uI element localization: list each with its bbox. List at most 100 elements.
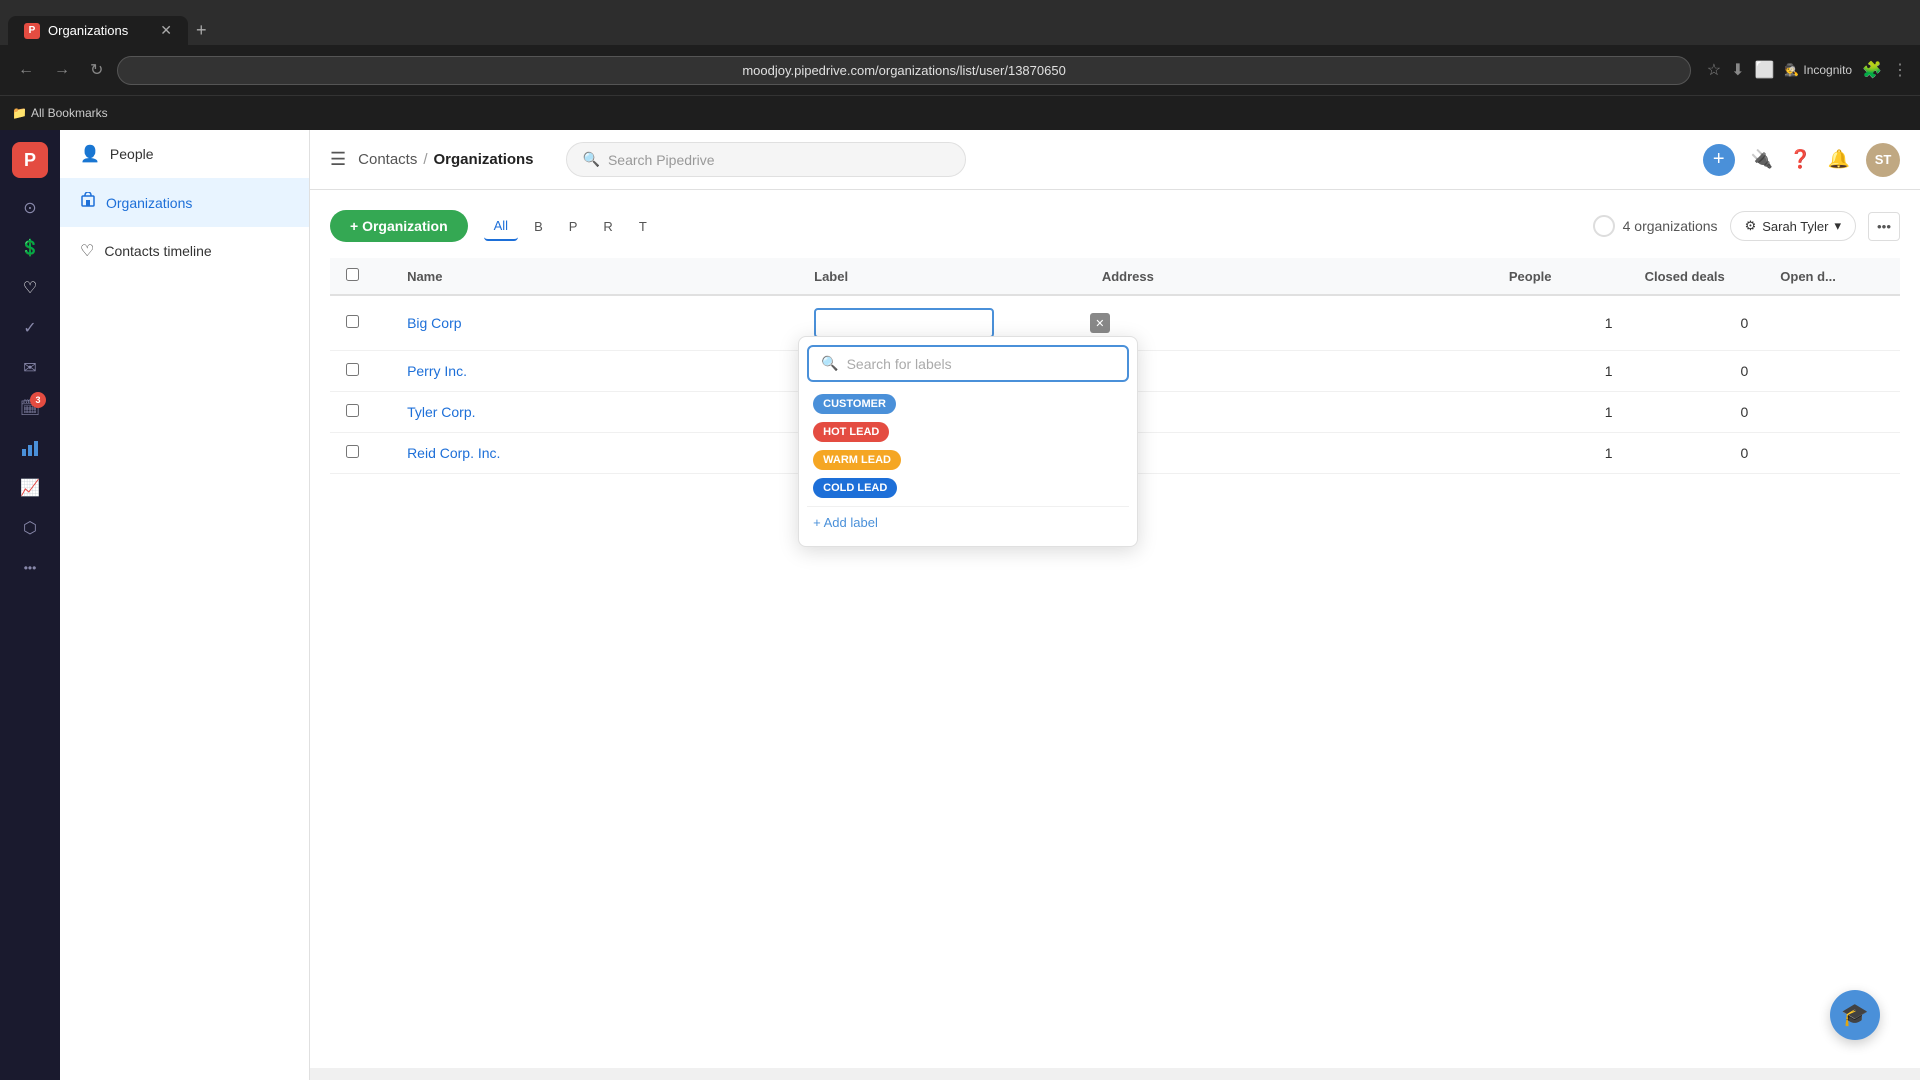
sidebar-icon-activities[interactable]: ✓: [12, 310, 48, 346]
breadcrumb-current: Organizations: [434, 151, 534, 168]
bookmark-star-icon[interactable]: ☆: [1707, 60, 1721, 80]
more-options-button[interactable]: •••: [1868, 212, 1900, 241]
select-all-checkbox[interactable]: [346, 268, 359, 281]
incognito-icon: 🕵: [1784, 63, 1799, 77]
add-label-button[interactable]: + Add label: [807, 506, 1129, 538]
new-tab-button[interactable]: +: [188, 16, 215, 45]
header-search[interactable]: 🔍 Search Pipedrive: [566, 142, 966, 177]
row-checkbox[interactable]: [346, 445, 359, 458]
people-cell: 1: [1493, 392, 1629, 433]
org-name-link[interactable]: Reid Corp. Inc.: [407, 445, 500, 461]
owner-filter-button[interactable]: ⚙ Sarah Tyler ▾: [1730, 211, 1856, 241]
sidebar-icon-mail[interactable]: ✉: [12, 350, 48, 386]
customer-label[interactable]: CUSTOMER: [813, 394, 896, 414]
notifications-button[interactable]: 🔔: [1828, 149, 1850, 170]
sidebar-icon-reports[interactable]: [12, 430, 48, 466]
sidebar-icon-more[interactable]: •••: [12, 550, 48, 586]
label-clear-button[interactable]: ✕: [1090, 313, 1110, 333]
table-header-row: Name Label Address People Closed deals O…: [330, 258, 1900, 295]
tab-close-button[interactable]: ✕: [160, 22, 172, 39]
filter-all[interactable]: All: [484, 212, 518, 241]
sidebar-icon-deals[interactable]: 💲: [12, 230, 48, 266]
menu-toggle-button[interactable]: ☰: [330, 149, 346, 170]
row-checkbox-cell[interactable]: [330, 351, 391, 392]
filter-b[interactable]: B: [524, 212, 553, 241]
row-checkbox-cell[interactable]: [330, 433, 391, 474]
row-checkbox-cell[interactable]: [330, 392, 391, 433]
calendar-badge: 3: [30, 392, 46, 408]
filter-r[interactable]: R: [593, 212, 622, 241]
bookmarks-button[interactable]: 📁 All Bookmarks: [12, 106, 108, 120]
incognito-badge: 🕵 Incognito: [1784, 63, 1852, 77]
chevron-down-icon: ▾: [1834, 218, 1841, 234]
horizontal-scrollbar[interactable]: [310, 1068, 1920, 1080]
label-option-cold-lead[interactable]: COLD LEAD: [807, 474, 1129, 502]
closed-deals-cell: 0: [1629, 351, 1765, 392]
org-count-text: 4 organizations: [1623, 218, 1718, 234]
label-option-hot-lead[interactable]: HOT LEAD: [807, 418, 1129, 446]
org-name-link[interactable]: Tyler Corp.: [407, 404, 475, 420]
warm-lead-label[interactable]: WARM LEAD: [813, 450, 901, 470]
sidebar-icon-home[interactable]: ⊙: [12, 190, 48, 226]
app-logo[interactable]: P: [12, 142, 48, 178]
download-icon[interactable]: ⬇: [1731, 60, 1744, 80]
label-search-box[interactable]: 🔍: [807, 345, 1129, 382]
org-name-link[interactable]: Perry Inc.: [407, 363, 467, 379]
table-container: Name Label Address People Closed deals O…: [330, 258, 1900, 474]
menu-icon[interactable]: ⋮: [1892, 60, 1908, 80]
label-search-input[interactable]: [847, 356, 1116, 372]
org-name-link[interactable]: Big Corp: [407, 315, 461, 331]
main-content: ☰ Contacts / Organizations 🔍 Search Pipe…: [310, 130, 1920, 1080]
row-checkbox[interactable]: [346, 404, 359, 417]
add-button[interactable]: +: [1703, 144, 1735, 176]
nav-item-organizations[interactable]: Organizations: [60, 178, 309, 227]
extensions-btn[interactable]: 🔌: [1751, 149, 1773, 170]
name-column-header[interactable]: Name: [391, 258, 798, 295]
people-icon: 👤: [80, 144, 100, 164]
org-name-cell: Reid Corp. Inc.: [391, 433, 798, 474]
label-column-header[interactable]: Label: [798, 258, 1086, 295]
active-tab[interactable]: P Organizations ✕: [8, 16, 188, 45]
filter-p[interactable]: P: [559, 212, 588, 241]
org-name-cell: Tyler Corp.: [391, 392, 798, 433]
devices-icon[interactable]: ⬜: [1755, 60, 1775, 80]
forward-button[interactable]: →: [48, 57, 76, 83]
right-toolbar: 4 organizations ⚙ Sarah Tyler ▾ •••: [1593, 211, 1900, 241]
label-option-warm-lead[interactable]: WARM LEAD: [807, 446, 1129, 474]
address-bar[interactable]: moodjoy.pipedrive.com/organizations/list…: [117, 56, 1690, 85]
sidebar-icon-calendar[interactable]: 🗓 3: [12, 390, 48, 426]
user-avatar[interactable]: ST: [1866, 143, 1900, 177]
label-option-customer[interactable]: CUSTOMER: [807, 390, 1129, 418]
refresh-button[interactable]: ↻: [84, 56, 109, 84]
sidebar-icon-insights[interactable]: 📈: [12, 470, 48, 506]
select-all-header[interactable]: [330, 258, 391, 295]
filter-icon: ⚙: [1745, 218, 1757, 234]
breadcrumb-parent[interactable]: Contacts: [358, 151, 417, 168]
row-checkbox[interactable]: [346, 315, 359, 328]
sidebar-icon-contacts[interactable]: ♡: [12, 270, 48, 306]
cold-lead-label[interactable]: COLD LEAD: [813, 478, 897, 498]
label-input-box[interactable]: [814, 308, 994, 338]
extensions-icon[interactable]: 🧩: [1862, 60, 1882, 80]
row-checkbox-cell[interactable]: [330, 295, 391, 351]
filter-t[interactable]: T: [629, 212, 657, 241]
help-fab[interactable]: 🎓: [1830, 990, 1880, 1040]
table-row: Big Corp ✕ 🔍: [330, 295, 1900, 351]
closed-deals-cell: 0: [1629, 433, 1765, 474]
people-column-header[interactable]: People: [1493, 258, 1629, 295]
nav-item-people[interactable]: 👤 People: [60, 130, 309, 178]
open-deals-column-header[interactable]: Open d...: [1764, 258, 1900, 295]
open-deals-cell: [1764, 433, 1900, 474]
nav-item-contacts-timeline[interactable]: ♡ Contacts timeline: [60, 227, 309, 275]
closed-deals-cell: 0: [1629, 392, 1765, 433]
hot-lead-label[interactable]: HOT LEAD: [813, 422, 889, 442]
add-organization-button[interactable]: + Organization: [330, 210, 468, 242]
open-deals-cell: [1764, 392, 1900, 433]
sidebar-icon-products[interactable]: ⬡: [12, 510, 48, 546]
back-button[interactable]: ←: [12, 57, 40, 83]
row-checkbox[interactable]: [346, 363, 359, 376]
address-column-header[interactable]: Address: [1086, 258, 1493, 295]
help-button[interactable]: ❓: [1789, 149, 1811, 170]
closed-deals-column-header[interactable]: Closed deals: [1629, 258, 1765, 295]
content-area: + Organization All B P R T 4 organizatio…: [310, 190, 1920, 1068]
